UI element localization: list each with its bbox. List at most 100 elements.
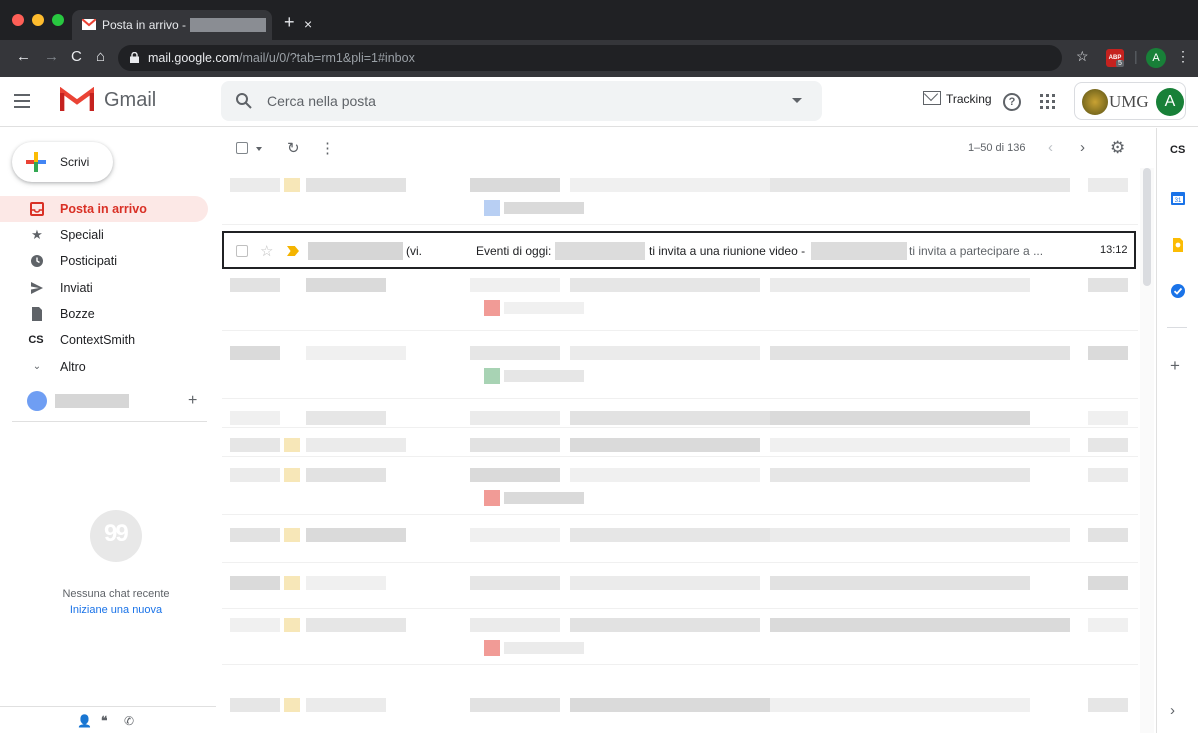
- reload-icon[interactable]: C: [71, 48, 82, 65]
- redacted-block: [230, 468, 280, 482]
- refresh-icon[interactable]: ↻: [287, 139, 300, 157]
- star-outline-icon[interactable]: ☆: [260, 242, 273, 260]
- email-row-redacted[interactable]: [222, 458, 1138, 514]
- browser-tab-bar: Posta in arrivo - × +: [0, 0, 1198, 40]
- main-menu-icon[interactable]: [14, 94, 30, 112]
- keep-icon[interactable]: [1170, 237, 1186, 253]
- row-divider: [222, 562, 1138, 563]
- account-avatar[interactable]: A: [1156, 88, 1184, 116]
- gmail-logo-icon[interactable]: [60, 87, 94, 113]
- tracking-label: Tracking: [946, 92, 992, 106]
- label-chip: [484, 490, 500, 506]
- start-new-chat-link[interactable]: Iniziane una nuova: [0, 604, 232, 616]
- org-logo-text: UMG: [1109, 92, 1149, 111]
- browser-menu-icon[interactable]: ⋮: [1176, 48, 1190, 65]
- no-recent-chat-text: Nessuna chat recente: [62, 588, 170, 600]
- calendar-icon[interactable]: 31: [1170, 190, 1186, 206]
- bookmark-star-icon[interactable]: ☆: [1076, 48, 1089, 65]
- redacted-block: [770, 468, 1030, 482]
- email-subject: Eventi di oggi:: [476, 244, 552, 258]
- sidebar-item-contextsmith[interactable]: CS ContextSmith: [0, 327, 208, 353]
- redacted-block: [770, 698, 1030, 712]
- account-switcher[interactable]: UMG A: [1074, 82, 1186, 120]
- sidebar-item-drafts[interactable]: Bozze: [0, 301, 208, 327]
- search-icon[interactable]: [235, 92, 253, 110]
- browser-profile-avatar[interactable]: A: [1146, 48, 1166, 68]
- redacted-block: [230, 178, 280, 192]
- inbox-icon: [30, 202, 44, 216]
- help-icon[interactable]: ?: [1003, 93, 1021, 111]
- redacted-block: [770, 411, 1030, 425]
- important-marker-icon: [284, 178, 300, 192]
- maximize-window-button[interactable]: [52, 14, 64, 26]
- redacted-block: [570, 438, 760, 452]
- sidebar-item-inbox[interactable]: Posta in arrivo: [0, 196, 208, 222]
- email-snippet: ti invita a partecipare a ...: [909, 244, 1044, 258]
- tasks-icon[interactable]: [1170, 283, 1186, 299]
- redacted-block: [230, 698, 280, 712]
- compose-button[interactable]: Scrivi: [12, 142, 113, 182]
- apps-grid-icon[interactable]: [1040, 94, 1055, 109]
- sidebar-item-starred[interactable]: ★ Speciali: [0, 222, 208, 248]
- user-label-row[interactable]: +: [0, 388, 208, 416]
- back-arrow-icon[interactable]: ←: [16, 48, 31, 65]
- tab-title-redacted: [190, 18, 266, 32]
- email-row-redacted[interactable]: [222, 168, 1138, 224]
- mail-list-scrollbar[interactable]: [1140, 168, 1154, 733]
- search-bar[interactable]: Cerca nella posta: [221, 81, 822, 121]
- draft-icon: [32, 307, 42, 321]
- select-menu-caret-icon[interactable]: [256, 147, 262, 151]
- minimize-window-button[interactable]: [32, 14, 44, 26]
- sidebar-item-label: Posta in arrivo: [60, 202, 147, 216]
- expand-panel-icon[interactable]: ›: [1170, 702, 1186, 719]
- sidebar-item-label: Speciali: [60, 228, 104, 242]
- email-row-checkbox[interactable]: [236, 245, 248, 257]
- redacted-user-name: [55, 394, 129, 408]
- add-label-button[interactable]: +: [188, 392, 197, 410]
- redacted-block: [504, 492, 584, 504]
- adblock-count-badge: 5: [1116, 60, 1124, 67]
- redacted-block: [230, 438, 280, 452]
- search-options-icon[interactable]: [792, 98, 802, 103]
- redacted-block: [770, 618, 1070, 632]
- label-chip: [484, 640, 500, 656]
- sidebar-item-more[interactable]: ⌄ Altro: [0, 354, 208, 380]
- redacted-block: [1088, 346, 1128, 360]
- contacts-icon[interactable]: 👤: [77, 714, 92, 728]
- more-actions-icon[interactable]: ⋮: [320, 139, 335, 157]
- scrollbar-thumb[interactable]: [1143, 168, 1151, 286]
- redacted-subject-name: [555, 242, 645, 260]
- previous-page-icon[interactable]: ‹: [1048, 139, 1053, 156]
- contextsmith-panel-icon[interactable]: CS: [1170, 144, 1186, 160]
- hangouts-icon[interactable]: ❝: [101, 714, 107, 728]
- sidebar-item-snoozed[interactable]: Posticipati: [0, 248, 208, 274]
- redacted-block: [504, 642, 584, 654]
- tab-close-icon[interactable]: ×: [304, 16, 312, 32]
- new-tab-button[interactable]: +: [284, 12, 295, 33]
- sidebar-item-label: Inviati: [60, 281, 93, 295]
- forward-arrow-icon[interactable]: →: [44, 48, 59, 65]
- email-row-redacted[interactable]: [222, 608, 1138, 664]
- close-window-button[interactable]: [12, 14, 24, 26]
- home-icon[interactable]: ⌂: [96, 48, 105, 65]
- sidebar-item-sent[interactable]: Inviati: [0, 275, 208, 301]
- important-marker-icon: [284, 468, 300, 482]
- email-row-selected[interactable]: ☆ (vi. Eventi di oggi: ti invita a una r…: [222, 231, 1136, 269]
- browser-tab-gmail[interactable]: Posta in arrivo - ×: [72, 10, 312, 40]
- important-marker-icon[interactable]: [287, 246, 299, 256]
- address-bar[interactable]: mail.google.com/mail/u/0/?tab=rm1&pli=1#…: [118, 45, 1062, 71]
- redacted-block: [1088, 178, 1128, 192]
- phone-icon[interactable]: ✆: [124, 714, 134, 728]
- hangouts-quote-icon: [90, 510, 142, 562]
- redacted-block: [1088, 438, 1128, 452]
- select-all-checkbox[interactable]: [236, 142, 248, 154]
- sidebar-item-label: ContextSmith: [60, 333, 136, 347]
- next-page-icon[interactable]: ›: [1080, 139, 1085, 156]
- important-marker-icon: [284, 576, 300, 590]
- redacted-block: [230, 576, 280, 590]
- search-input[interactable]: Cerca nella posta: [267, 93, 376, 109]
- add-addon-icon[interactable]: +: [1170, 356, 1188, 375]
- redacted-block: [1088, 468, 1128, 482]
- redacted-block: [306, 528, 406, 542]
- settings-gear-icon[interactable]: ⚙: [1110, 138, 1125, 158]
